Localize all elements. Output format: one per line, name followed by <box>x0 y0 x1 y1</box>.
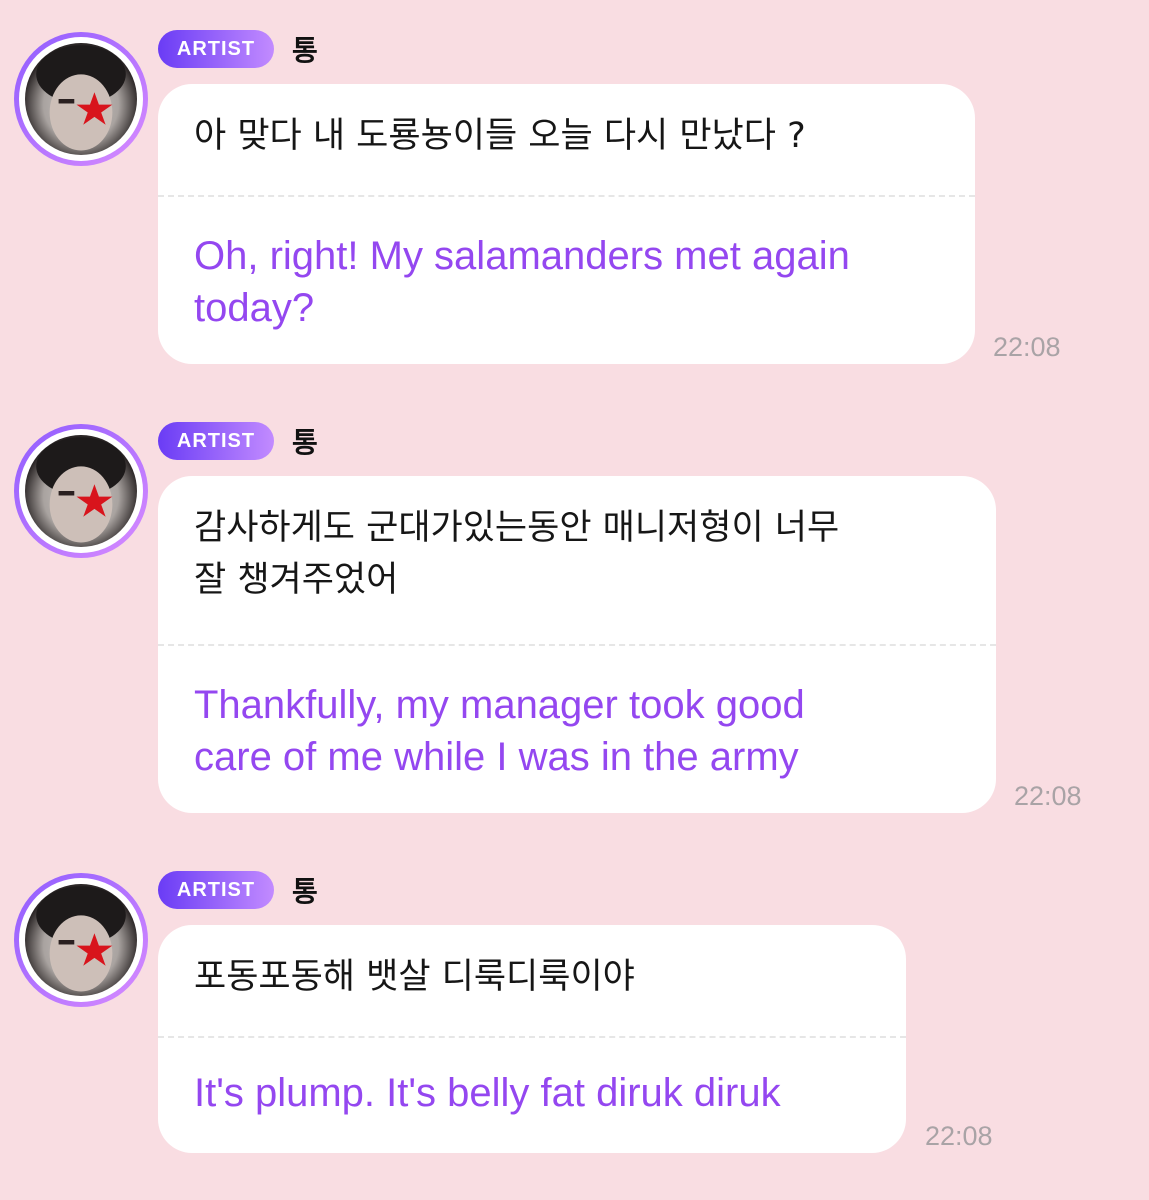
translated-text: It's plump. It's belly fat diruk diruk <box>194 1071 781 1115</box>
star-icon <box>25 884 137 996</box>
translation-divider <box>158 195 975 197</box>
message-header: ARTIST 통 <box>158 422 318 460</box>
timestamp: 22:08 <box>925 1121 993 1151</box>
avatar[interactable] <box>14 873 148 1007</box>
artist-badge: ARTIST <box>158 422 274 460</box>
translation-divider <box>158 1036 906 1038</box>
message-header: ARTIST 통 <box>158 30 318 68</box>
chat-message: ARTIST 통 감사하게도 군대가있는동안 매니저형이 너무 잘 챙겨주었어 … <box>0 392 1149 822</box>
star-icon <box>25 43 137 155</box>
avatar[interactable] <box>14 32 148 166</box>
message-bubble[interactable]: 감사하게도 군대가있는동안 매니저형이 너무 잘 챙겨주었어 Thankfull… <box>158 476 996 813</box>
original-text: 감사하게도 군대가있는동안 매니저형이 너무 잘 챙겨주었어 <box>194 508 840 600</box>
sender-name: 통 <box>292 875 318 908</box>
chat-message: ARTIST 통 아 맞다 내 도룡뇽이들 오늘 다시 만났다 ? Oh, ri… <box>0 0 1149 380</box>
original-text: 포동포동해 뱃살 디룩디룩이야 <box>194 957 635 997</box>
message-bubble[interactable]: 포동포동해 뱃살 디룩디룩이야 It's plump. It's belly f… <box>158 925 906 1153</box>
timestamp: 22:08 <box>993 332 1061 362</box>
timestamp: 22:08 <box>1014 781 1082 811</box>
star-icon <box>25 435 137 547</box>
message-bubble[interactable]: 아 맞다 내 도룡뇽이들 오늘 다시 만났다 ? Oh, right! My s… <box>158 84 975 364</box>
avatar[interactable] <box>14 424 148 558</box>
original-text: 아 맞다 내 도룡뇽이들 오늘 다시 만났다 ? <box>194 116 806 156</box>
sender-name: 통 <box>292 426 318 459</box>
chat-message: ARTIST 통 포동포동해 뱃살 디룩디룩이야 It's plump. It'… <box>0 841 1149 1171</box>
translation-divider <box>158 644 996 646</box>
sender-name: 통 <box>292 34 318 67</box>
message-header: ARTIST 통 <box>158 871 318 909</box>
artist-badge: ARTIST <box>158 30 274 68</box>
artist-badge: ARTIST <box>158 871 274 909</box>
translated-text: Thankfully, my manager took good care of… <box>194 683 805 779</box>
translated-text: Oh, right! My salamanders met again toda… <box>194 234 850 330</box>
